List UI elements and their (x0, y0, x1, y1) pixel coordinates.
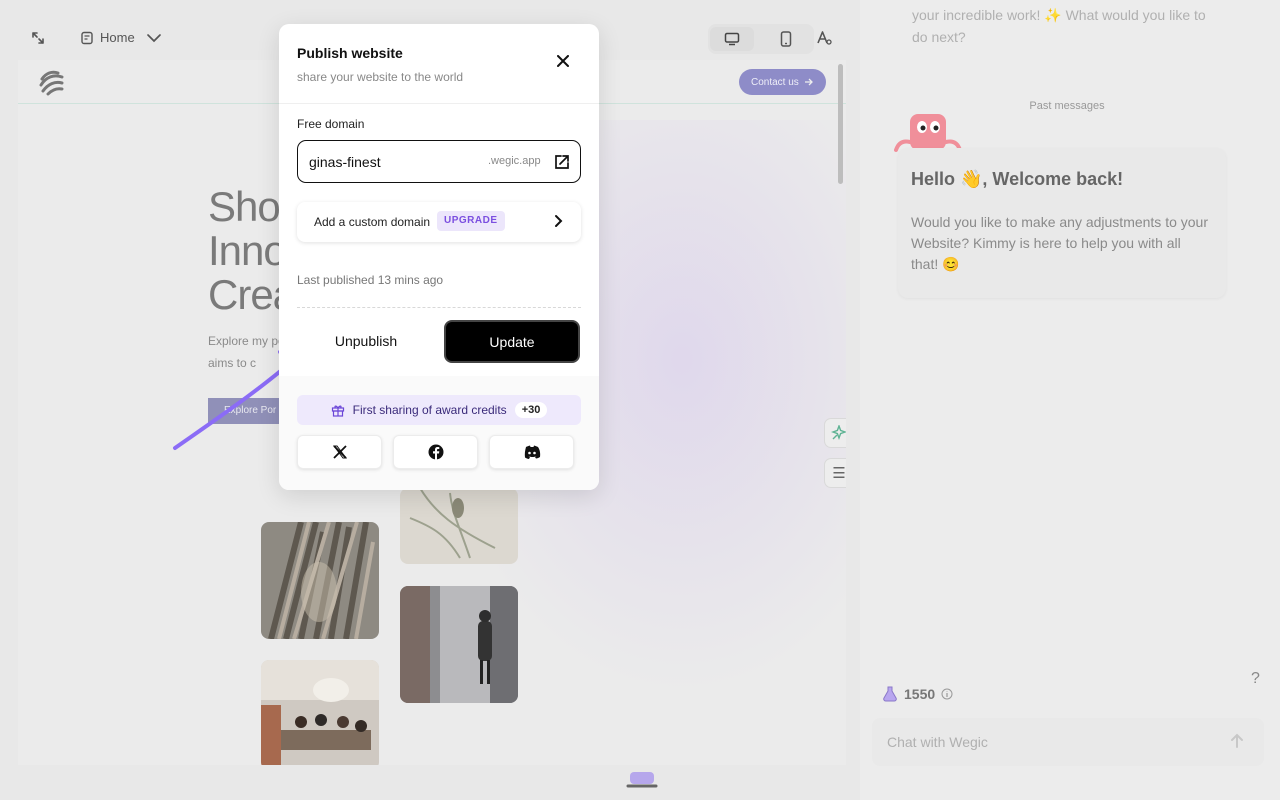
page-icon (81, 31, 93, 44)
chat-input-placeholder: Chat with Wegic (887, 734, 988, 750)
font-style-icon[interactable] (816, 30, 832, 46)
chevron-right-icon (555, 215, 563, 227)
share-section: First sharing of award credits +30 (279, 376, 599, 490)
site-logo (39, 70, 64, 96)
info-icon[interactable] (941, 688, 953, 700)
close-icon[interactable] (552, 50, 574, 72)
x-icon (332, 445, 347, 459)
collapse-icon[interactable] (30, 30, 46, 46)
contact-button-label: Contact us (751, 76, 799, 88)
bot-message-text: Would you like to make any adjustments t… (911, 214, 1209, 272)
update-button[interactable]: Update (444, 320, 580, 363)
photo-woman-corridor (400, 586, 518, 703)
photo-team-meeting (261, 660, 379, 765)
photo-paintbrushes (261, 522, 379, 639)
share-facebook-button[interactable] (393, 435, 478, 469)
publish-modal: Publish website share your website to th… (279, 24, 599, 490)
photo-bird-painting (400, 488, 518, 564)
contact-button[interactable]: Contact us (739, 69, 826, 95)
send-icon[interactable] (1229, 733, 1245, 749)
custom-domain-label: Add a custom domain (314, 215, 431, 229)
help-button[interactable]: ? (1251, 670, 1260, 688)
page-select-label: Home (100, 30, 135, 45)
last-published-text: Last published 13 mins ago (297, 273, 444, 287)
device-toggle (708, 24, 814, 54)
custom-domain-row[interactable]: Add a custom domain UPGRADE (297, 202, 581, 242)
previous-message-tail: your incredible work! ✨ What would you l… (912, 7, 1206, 45)
award-badge: +30 (514, 402, 548, 418)
discord-icon (524, 445, 540, 459)
dashed-divider (297, 307, 581, 308)
modal-divider (279, 103, 599, 104)
greeting-heading: Hello 👋, Welcome back! (911, 169, 1124, 189)
potion-icon (883, 686, 897, 702)
bot-message-card: Hello 👋, Welcome back! Would you like to… (898, 148, 1226, 298)
chat-panel: your incredible work! ✨ What would you l… (860, 0, 1280, 800)
menu-icon[interactable]: ☰ (824, 458, 846, 488)
arrow-right-icon (804, 78, 813, 86)
page-select[interactable]: Home (80, 30, 163, 45)
unpublish-button[interactable]: Unpublish (297, 320, 435, 362)
chat-input[interactable]: Chat with Wegic (872, 718, 1264, 766)
mobile-icon[interactable] (764, 27, 808, 51)
credits-display: 1550 (882, 686, 953, 702)
award-text: First sharing of award credits (352, 403, 507, 417)
domain-suffix: .wegic.app (488, 155, 541, 167)
free-domain-label: Free domain (297, 117, 365, 131)
open-external-icon[interactable] (553, 153, 571, 171)
desktop-icon[interactable] (710, 27, 754, 51)
award-credits-banner: First sharing of award credits +30 (297, 395, 581, 425)
drawer-handle-icon[interactable] (624, 770, 660, 788)
modal-subtitle: share your website to the world (297, 70, 464, 84)
facebook-icon (428, 444, 443, 460)
ai-sparkle-icon[interactable] (824, 418, 846, 448)
domain-field: .wegic.app (297, 140, 581, 183)
modal-title: Publish website (297, 45, 403, 61)
share-discord-button[interactable] (489, 435, 574, 469)
canvas-scrollbar[interactable] (838, 64, 843, 184)
gift-icon (331, 405, 344, 417)
chevron-down-icon (146, 33, 161, 42)
share-x-button[interactable] (297, 435, 382, 469)
credits-value: 1550 (904, 686, 936, 702)
upgrade-badge: UPGRADE (437, 211, 505, 231)
domain-input[interactable] (309, 152, 479, 172)
past-messages-label[interactable]: Past messages (860, 100, 1274, 112)
